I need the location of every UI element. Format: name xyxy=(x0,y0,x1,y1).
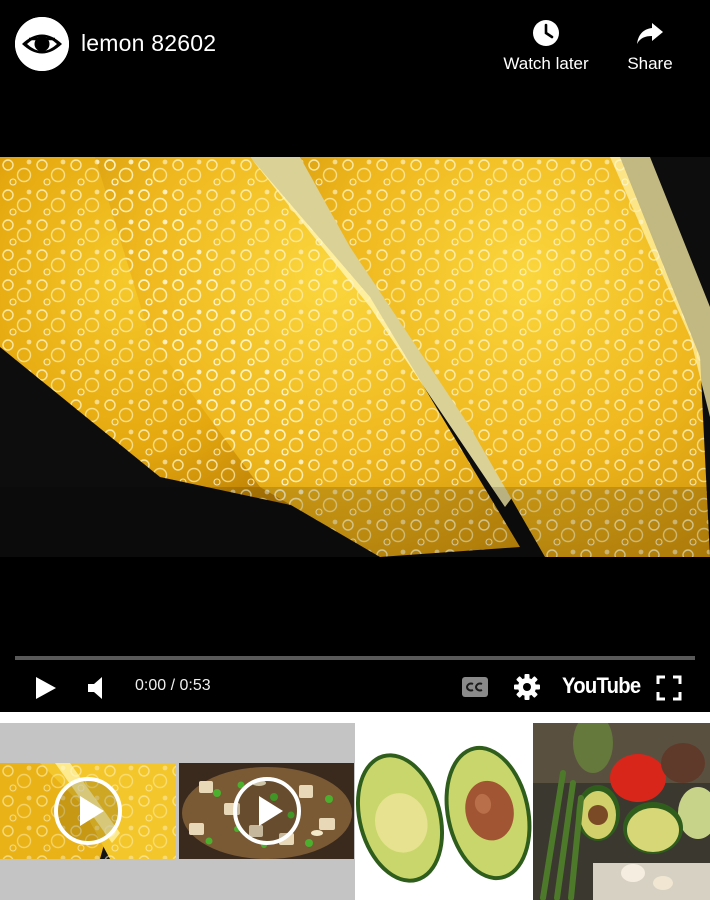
thumbnail-avocado-image xyxy=(355,723,533,900)
share-label: Share xyxy=(627,54,673,73)
related-video-tofu-dish[interactable] xyxy=(179,763,354,859)
watch-later-button[interactable]: Watch later xyxy=(498,18,594,74)
progress-bar[interactable] xyxy=(15,656,695,660)
related-videos-strip xyxy=(0,723,710,900)
video-player[interactable]: lemon 82602 Watch later Share 0:00 / 0:5… xyxy=(0,0,710,712)
video-frame[interactable] xyxy=(0,157,710,557)
play-icon[interactable] xyxy=(30,673,60,703)
watch-later-label: Watch later xyxy=(503,54,589,73)
play-circle-icon xyxy=(54,777,122,845)
share-arrow-icon xyxy=(637,23,663,44)
time-total: 0:53 xyxy=(179,677,211,694)
volume-icon[interactable] xyxy=(84,673,114,703)
cc-icon[interactable] xyxy=(461,674,489,700)
video-title[interactable]: lemon 82602 xyxy=(81,30,216,57)
related-video-avocado[interactable] xyxy=(355,723,533,900)
eye-logo-icon xyxy=(15,17,69,71)
youtube-logo[interactable]: YouTube xyxy=(562,673,641,699)
time-display: 0:00 / 0:53 xyxy=(135,677,211,695)
related-video-vegetables[interactable] xyxy=(533,723,710,900)
share-button[interactable]: Share xyxy=(620,18,680,74)
player-top-bar: lemon 82602 Watch later Share xyxy=(0,0,710,90)
play-circle-icon xyxy=(232,777,301,845)
player-controls: 0:00 / 0:53 YouTube xyxy=(0,665,710,709)
time-current: 0:00 xyxy=(135,677,167,694)
video-still-lemon xyxy=(0,157,710,557)
channel-logo[interactable] xyxy=(15,17,69,71)
thumbnail-vegetables-image xyxy=(533,723,710,900)
time-separator: / xyxy=(166,677,180,694)
related-video-lemon[interactable] xyxy=(0,763,176,859)
clock-icon xyxy=(533,20,559,46)
fullscreen-icon[interactable] xyxy=(654,673,684,703)
playlist-panel xyxy=(0,723,355,900)
gear-icon[interactable] xyxy=(512,672,542,702)
